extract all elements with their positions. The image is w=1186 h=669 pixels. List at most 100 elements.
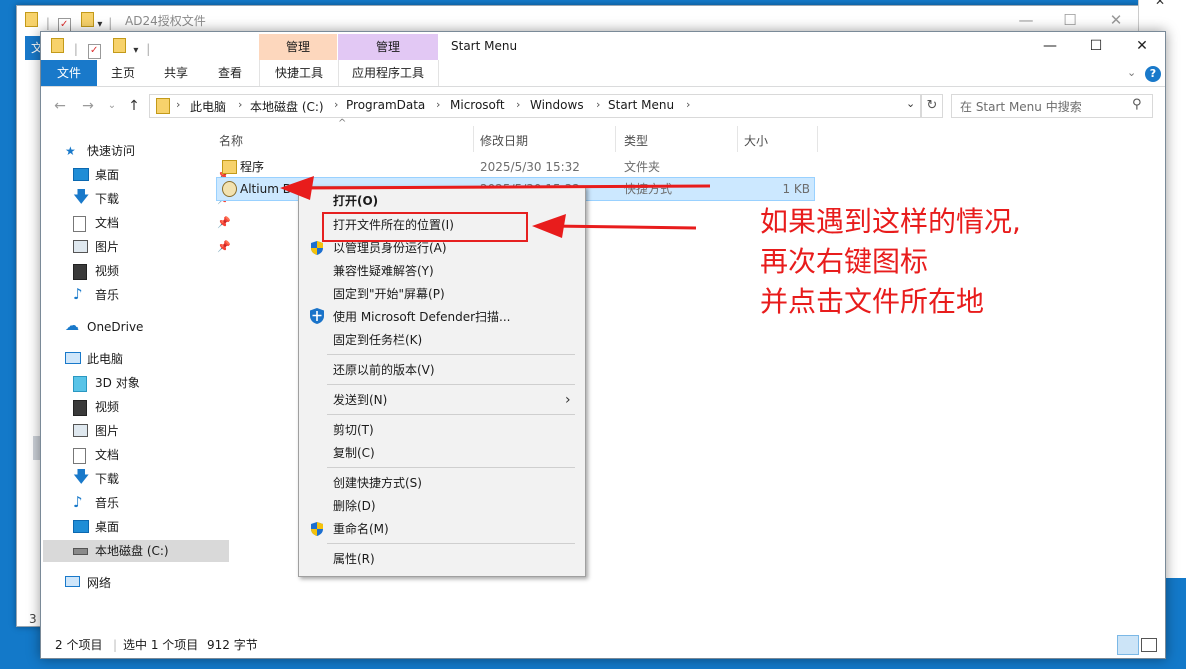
address-dropdown-chevron-icon[interactable]: ⌄ <box>906 97 915 110</box>
nav-quick-pictures[interactable]: 图片 📌 <box>73 236 233 258</box>
uac-shield-icon <box>309 521 325 537</box>
nav-pc-pictures[interactable]: 图片 <box>73 420 233 442</box>
help-icon[interactable]: ? <box>1145 66 1161 82</box>
breadcrumb-this-pc[interactable]: 此电脑 <box>190 98 226 115</box>
nav-pc-music[interactable]: ♪ 音乐 <box>73 492 233 514</box>
computer-icon <box>65 352 81 364</box>
chevron-down-icon: ▾ <box>97 19 103 30</box>
maximize-button[interactable]: ☐ <box>1073 32 1119 60</box>
new-folder-icon <box>80 12 94 27</box>
breadcrumb-start-menu[interactable]: Start Menu <box>608 98 674 112</box>
bg-minimize-button[interactable]: — <box>1003 10 1049 30</box>
breadcrumb-microsoft[interactable]: Microsoft <box>450 98 505 112</box>
minimize-button[interactable]: — <box>1027 32 1073 60</box>
menu-item-cut[interactable]: 剪切(T) <box>299 419 585 441</box>
menu-item-copy[interactable]: 复制(C) <box>299 442 585 464</box>
folder-icon <box>25 12 38 27</box>
details-view-icon[interactable] <box>1117 635 1139 655</box>
annotation-arrows <box>280 176 711 238</box>
nav-quick-access[interactable]: ★ 快速访问 <box>65 140 225 162</box>
submenu-chevron-right-icon: › <box>565 392 571 408</box>
recent-locations-chevron-icon[interactable]: ⌄ <box>101 96 123 116</box>
forward-arrow-icon[interactable]: → <box>77 96 99 116</box>
menu-item-delete[interactable]: 删除(D) <box>299 495 585 517</box>
window-title: Start Menu <box>451 39 518 53</box>
nav-pc-documents[interactable]: 文档 <box>73 444 233 466</box>
music-note-icon: ♪ <box>73 493 83 511</box>
drive-icon <box>73 548 88 555</box>
menu-item-rename[interactable]: 重命名(M) <box>299 518 585 540</box>
folder-icon <box>222 160 237 174</box>
arrow-to-shortcut <box>280 176 711 200</box>
bg-window-title: AD24授权文件 <box>125 14 206 28</box>
expand-ribbon-chevron-icon[interactable]: ⌄ <box>1127 66 1136 79</box>
nav-quick-downloads[interactable]: 🡇 下载 📌 <box>73 187 233 210</box>
column-header-type[interactable]: 类型 <box>624 130 648 152</box>
nav-pc-3d-objects[interactable]: 3D 对象 <box>73 372 233 394</box>
nav-pc-desktop[interactable]: 桌面 <box>73 516 233 538</box>
navigation-pane: ★ 快速访问 桌面 📌 🡇 下载 📌 文档 📌 图片 📌 视频 ♪ <box>43 140 231 630</box>
search-icon[interactable]: ⚲ <box>1132 97 1142 112</box>
desktop-icon <box>73 520 89 533</box>
video-icon <box>73 400 87 416</box>
status-selected-size: 912 字节 <box>207 638 258 652</box>
column-header-size[interactable]: 大小 <box>744 130 768 152</box>
up-arrow-icon[interactable]: ↑ <box>123 96 145 116</box>
breadcrumb-programdata[interactable]: ProgramData <box>346 98 425 112</box>
breadcrumb-windows[interactable]: Windows <box>530 98 584 112</box>
menu-item-create-shortcut[interactable]: 创建快捷方式(S) <box>299 472 585 494</box>
status-item-count: 2 个项目 <box>55 638 103 652</box>
menu-item-defender-scan[interactable]: 使用 Microsoft Defender扫描... <box>299 306 585 328</box>
column-header-date[interactable]: 修改日期 <box>480 130 528 152</box>
menu-item-pin-to-start[interactable]: 固定到"开始"屏幕(P) <box>299 283 585 305</box>
video-icon <box>73 264 87 280</box>
new-folder-icon[interactable] <box>112 38 126 53</box>
tab-share[interactable]: 共享 <box>154 60 198 86</box>
properties-icon[interactable]: ✓ <box>87 44 101 59</box>
column-header-name[interactable]: 名称 <box>219 130 243 152</box>
nav-quick-videos[interactable]: 视频 <box>73 260 233 282</box>
menu-item-send-to[interactable]: 发送到(N) › <box>299 389 585 411</box>
back-arrow-icon[interactable]: ← <box>49 96 71 116</box>
nav-this-pc[interactable]: 此电脑 <box>65 348 225 370</box>
document-icon <box>73 448 86 464</box>
bg-maximize-button[interactable]: ☐ <box>1047 10 1093 30</box>
tab-shortcut-tools[interactable]: 快捷工具 <box>259 60 339 86</box>
nav-quick-documents[interactable]: 文档 📌 <box>73 212 233 234</box>
close-button[interactable]: ✕ <box>1119 32 1165 60</box>
bg-close-fragment-icon: ✕ <box>1155 0 1166 8</box>
menu-item-pin-to-taskbar[interactable]: 固定到任务栏(K) <box>299 329 585 351</box>
menu-item-restore-previous[interactable]: 还原以前的版本(V) <box>299 359 585 381</box>
address-bar[interactable]: › 此电脑 › 本地磁盘 (C:) › ProgramData › Micros… <box>149 94 921 118</box>
nav-pc-videos[interactable]: 视频 <box>73 396 233 418</box>
menu-separator <box>327 543 575 544</box>
annotation-line-3: 并点击文件所在地 <box>760 285 985 318</box>
tab-home[interactable]: 主页 <box>101 60 145 86</box>
nav-quick-music[interactable]: ♪ 音乐 <box>73 284 233 306</box>
nav-onedrive[interactable]: ☁ OneDrive <box>65 316 225 338</box>
nav-pc-downloads[interactable]: 🡇 下载 <box>73 467 233 490</box>
tab-app-tools[interactable]: 应用程序工具 <box>338 60 439 86</box>
folder-icon[interactable] <box>51 38 64 53</box>
menu-separator <box>327 384 575 385</box>
pin-icon: 📌 <box>217 216 231 229</box>
nav-network[interactable]: 网络 <box>65 572 225 594</box>
nav-pc-local-disk[interactable]: 本地磁盘 (C:) <box>43 540 229 562</box>
menu-separator <box>327 414 575 415</box>
large-icons-view-icon[interactable] <box>1141 638 1157 652</box>
menu-item-properties[interactable]: 属性(R) <box>299 548 585 570</box>
customize-toolbar-chevron-icon[interactable]: ▾ <box>133 45 138 56</box>
breadcrumb-local-disk[interactable]: 本地磁盘 (C:) <box>250 98 324 115</box>
menu-item-compat-troubleshoot[interactable]: 兼容性疑难解答(Y) <box>299 260 585 282</box>
search-box[interactable]: 在 Start Menu 中搜索 ⚲ <box>951 94 1153 118</box>
refresh-icon[interactable]: ↻ <box>921 94 943 118</box>
tab-file[interactable]: 文件 <box>41 60 97 86</box>
pin-icon: 📌 <box>217 240 231 253</box>
nav-quick-desktop[interactable]: 桌面 📌 <box>73 164 233 186</box>
star-icon: ★ <box>65 144 76 158</box>
desktop-icon <box>73 168 89 181</box>
bg-close-button[interactable]: ✕ <box>1093 10 1139 30</box>
tab-view[interactable]: 查看 <box>208 60 252 86</box>
document-icon <box>73 216 86 232</box>
context-header-shortcut-manage: 管理 <box>259 34 337 60</box>
